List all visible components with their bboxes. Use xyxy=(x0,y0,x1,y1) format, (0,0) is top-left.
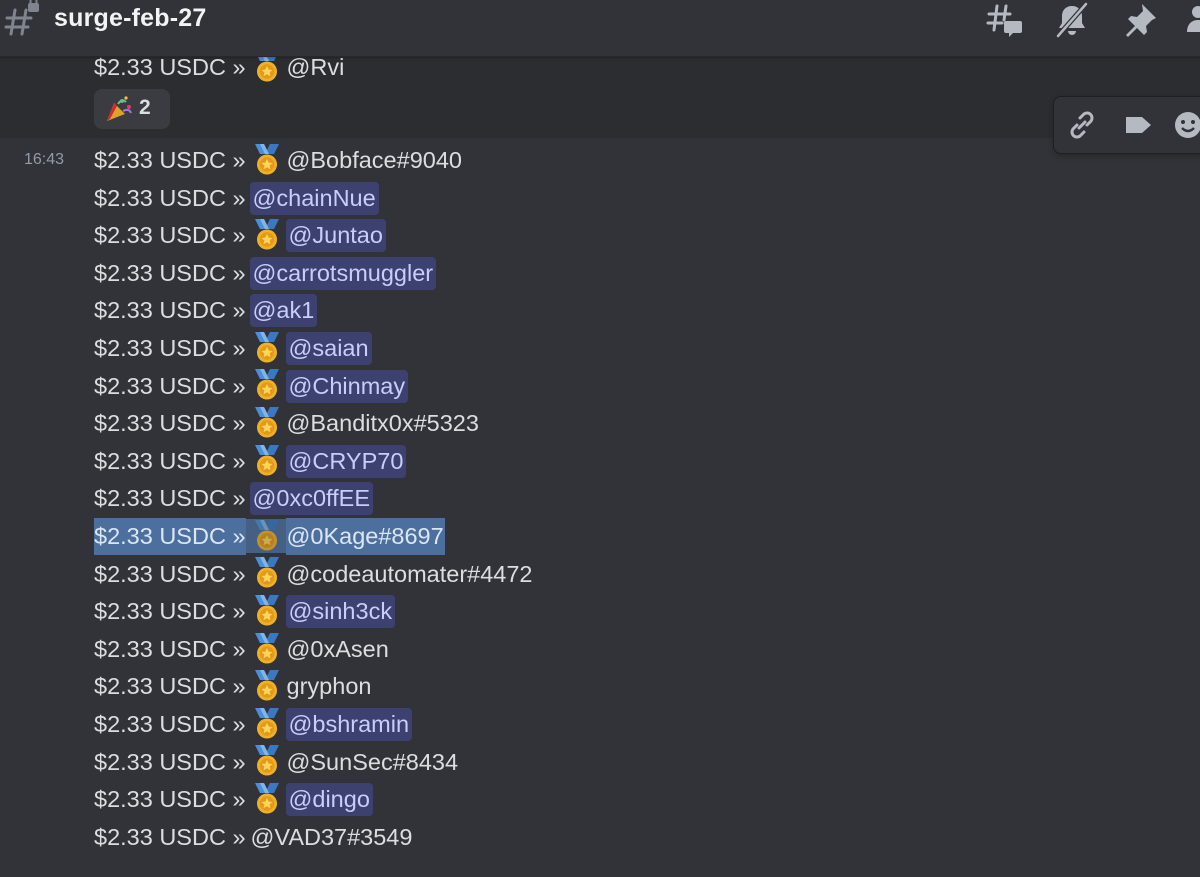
medal-icon xyxy=(245,518,286,553)
medal-icon xyxy=(252,406,282,440)
user-mention[interactable]: @dingo xyxy=(285,783,373,817)
members-icon[interactable] xyxy=(1184,0,1200,40)
user-mention[interactable]: @Juntao xyxy=(285,219,386,253)
medal-icon xyxy=(252,368,282,402)
message-line: $2.33 USDC » @Chinmay xyxy=(94,368,409,405)
amount-text: $2.33 USDC » xyxy=(94,598,246,625)
user-mention[interactable]: @ak1 xyxy=(249,294,318,328)
user-text: @Bobface#9040 xyxy=(286,147,462,173)
link-icon[interactable] xyxy=(1060,103,1104,147)
user-text: @0xAsen xyxy=(286,635,389,662)
amount-text: $2.33 USDC » xyxy=(94,786,246,813)
amount-text: $2.33 USDC » xyxy=(94,410,246,437)
add-reaction-icon[interactable] xyxy=(1166,103,1200,147)
user-mention[interactable]: @saian xyxy=(285,332,372,365)
message-line: $2.33 USDC » @chainNue xyxy=(94,180,379,217)
message-line: $2.33 USDC » @sinh3ck xyxy=(94,593,396,630)
party-popper-icon xyxy=(104,95,134,123)
amount-text: $2.33 USDC » xyxy=(94,748,246,775)
channel-header: surge-feb-27 xyxy=(0,0,1200,57)
amount-text: $2.33 USDC » xyxy=(94,259,246,286)
hash-lock-icon xyxy=(2,0,42,40)
message-line: $2.33 USDC » @saian xyxy=(94,330,372,367)
channel-name: surge-feb-27 xyxy=(54,4,207,32)
medal-icon xyxy=(252,632,282,666)
message-line: $2.33 USDC » @carrotsmuggler xyxy=(94,255,437,292)
message-timestamp: 16:43 xyxy=(24,151,65,168)
user-text: @Banditx0x#5323 xyxy=(286,410,479,437)
mute-bell-icon[interactable] xyxy=(1052,0,1092,40)
medal-icon xyxy=(252,669,282,703)
message-line: $2.33 USDC » @Banditx0x#5323 xyxy=(94,405,480,442)
user-mention[interactable]: @CRYP70 xyxy=(285,444,407,478)
reaction-count: 2 xyxy=(139,96,151,119)
amount-text: $2.33 USDC » xyxy=(94,297,246,324)
message-line: $2.33 USDC » @ak1 xyxy=(94,292,318,329)
medal-icon xyxy=(252,556,282,590)
medal-icon xyxy=(252,782,282,816)
medal-icon xyxy=(252,218,282,252)
medal-icon xyxy=(252,444,282,478)
message-line: $2.33 USDC » @dingo xyxy=(94,781,373,818)
message-line: $2.33 USDC » @codeautomater#4472 xyxy=(94,556,534,593)
message-line: $2.33 USDC » @bshramin xyxy=(94,706,413,743)
message-line: $2.33 USDC » gryphon xyxy=(94,668,372,705)
amount-text: $2.33 USDC » xyxy=(94,485,246,512)
amount-text: $2.33 USDC » xyxy=(94,635,246,662)
medal-icon xyxy=(252,331,282,365)
user-mention[interactable]: @bshramin xyxy=(285,708,413,741)
message-line: $2.33 USDC » @0xAsen xyxy=(94,631,390,668)
tag-icon[interactable] xyxy=(1114,103,1158,147)
amount-text: $2.33 USDC » xyxy=(94,518,246,555)
medal-icon xyxy=(252,744,282,778)
message-line: $2.33 USDC » @0xc0ffEE xyxy=(94,480,374,517)
reaction-pill[interactable]: 2 xyxy=(94,89,170,129)
amount-text: $2.33 USDC » xyxy=(94,372,246,399)
amount-text: $2.33 USDC » xyxy=(94,560,246,587)
user-mention[interactable]: @Chinmay xyxy=(285,369,409,403)
threads-icon[interactable] xyxy=(984,0,1024,40)
user-mention[interactable]: @carrotsmuggler xyxy=(249,256,437,290)
user-mention[interactable]: @0xc0ffEE xyxy=(249,482,374,516)
user-text: @0Kage#8697 xyxy=(285,518,445,555)
pin-icon[interactable] xyxy=(1120,0,1160,40)
amount-text: $2.33 USDC » xyxy=(94,335,246,361)
message-line: $2.33 USDC » @VAD37#3549 xyxy=(94,819,413,856)
message-line: $2.33 USDC » @SunSec#8434 xyxy=(94,744,459,781)
amount-text: $2.33 USDC » xyxy=(94,673,246,700)
message-toolbar xyxy=(1053,96,1200,154)
medal-icon xyxy=(252,594,282,628)
user-text: @codeautomater#4472 xyxy=(286,560,533,587)
amount-text: $2.33 USDC » xyxy=(94,823,246,850)
amount-text: $2.33 USDC » xyxy=(94,447,246,474)
message-line: $2.33 USDC » @Bobface#9040 xyxy=(94,142,463,179)
user-text: @SunSec#8434 xyxy=(286,748,459,775)
amount-text: $2.33 USDC » xyxy=(94,711,246,737)
user-mention[interactable]: @chainNue xyxy=(249,181,379,215)
medal-icon xyxy=(252,143,282,177)
amount-text: $2.33 USDC » xyxy=(94,222,246,249)
amount-text: $2.33 USDC » xyxy=(94,184,246,211)
medal-icon xyxy=(252,707,282,741)
amount-text: $2.33 USDC » xyxy=(94,147,246,173)
user-mention[interactable]: @sinh3ck xyxy=(285,595,396,629)
message-line: $2.33 USDC » @0Kage#8697 xyxy=(94,518,445,555)
user-text: @VAD37#3549 xyxy=(250,823,413,850)
message-line: $2.33 USDC » @Juntao xyxy=(94,217,386,254)
message-line: $2.33 USDC » @CRYP70 xyxy=(94,443,407,480)
user-text: gryphon xyxy=(286,673,372,700)
